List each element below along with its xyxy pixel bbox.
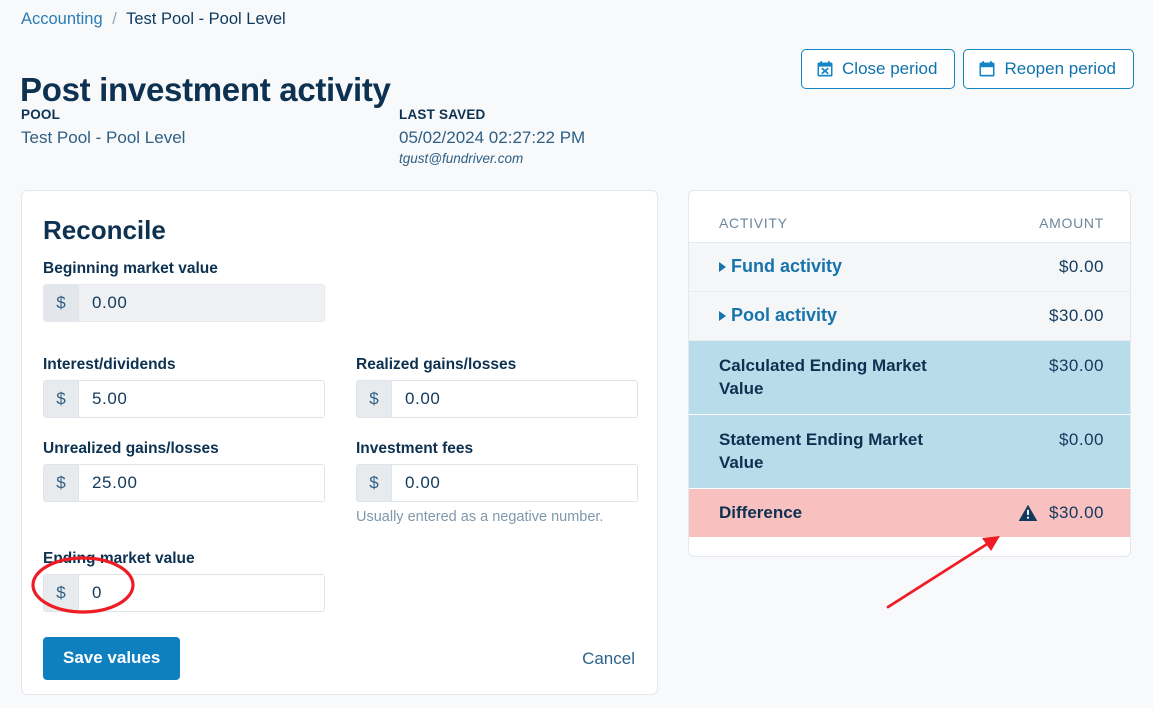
meta-pool: POOL Test Pool - Pool Level — [21, 106, 185, 150]
statement-ending-market-value-label: Statement Ending Market Value — [719, 430, 924, 472]
realized-gains-losses-input[interactable]: $ 0.00 — [356, 380, 638, 418]
difference-label: Difference — [719, 502, 803, 522]
column-header-amount: AMOUNT — [1039, 215, 1104, 231]
calendar-icon — [979, 60, 995, 77]
column-header-activity: ACTIVITY — [719, 215, 788, 231]
fund-activity-label: Fund activity — [731, 256, 843, 276]
realized-gains-losses-label: Realized gains/losses — [356, 356, 517, 373]
table-row: Calculated Ending Market Value $30.00 — [689, 341, 1130, 415]
unrealized-gains-losses-text: 25.00 — [79, 465, 324, 501]
unrealized-gains-losses-label: Unrealized gains/losses — [43, 440, 219, 457]
calculated-ending-market-value-amount: $30.00 — [1049, 356, 1104, 375]
reconcile-card: Reconcile Beginning market value $ 0.00 … — [21, 190, 658, 695]
last-saved-value: 05/02/2024 02:27:22 PM — [399, 128, 586, 147]
currency-prefix-icon: $ — [357, 465, 392, 501]
difference-row: Difference $30.00 — [689, 489, 1130, 537]
interest-dividends-text: 5.00 — [79, 381, 324, 417]
meta-last-saved: LAST SAVED 05/02/2024 02:27:22 PM tgust@… — [399, 106, 585, 168]
table-row[interactable]: Fund activity $0.00 — [689, 243, 1130, 292]
field-interest-dividends: Interest/dividends $ 5.00 — [43, 355, 325, 418]
field-beginning-market-value: Beginning market value $ 0.00 — [43, 259, 325, 322]
reconcile-title: Reconcile — [43, 215, 166, 245]
close-period-label: Close period — [842, 58, 938, 78]
currency-prefix-icon: $ — [44, 575, 79, 611]
currency-prefix-icon: $ — [44, 465, 79, 501]
chevron-right-icon[interactable] — [719, 310, 726, 321]
beginning-market-value-label: Beginning market value — [43, 260, 218, 277]
activity-table: ACTIVITY AMOUNT Fund activity $0.00 Pool… — [689, 205, 1130, 537]
calculated-ending-market-value-label: Calculated Ending Market Value — [719, 356, 927, 398]
last-saved-user: tgust@fundriver.com — [399, 151, 524, 166]
reopen-period-label: Reopen period — [1004, 58, 1116, 78]
cancel-button[interactable]: Cancel — [578, 649, 639, 669]
warning-triangle-icon — [1018, 504, 1038, 522]
breadcrumb: Accounting / Test Pool - Pool Level — [21, 8, 286, 30]
interest-dividends-input[interactable]: $ 5.00 — [43, 380, 325, 418]
header-actions: Close period Reopen period — [801, 49, 1134, 89]
form-actions: Save values Cancel — [43, 637, 639, 680]
field-unrealized-gains-losses: Unrealized gains/losses $ 25.00 — [43, 439, 325, 502]
save-values-button[interactable]: Save values — [43, 637, 181, 680]
investment-fees-input[interactable]: $ 0.00 — [356, 464, 638, 502]
breadcrumb-separator: / — [112, 10, 117, 28]
ending-market-value-label: Ending market value — [43, 550, 195, 567]
ending-market-value-input[interactable]: $ 0 — [43, 574, 325, 612]
ending-market-value-text: 0 — [79, 575, 324, 611]
investment-fees-text: 0.00 — [392, 465, 637, 501]
difference-right-group: $30.00 — [1018, 503, 1104, 523]
page-meta: POOL Test Pool - Pool Level LAST SAVED 0… — [21, 106, 1153, 166]
statement-ending-market-value-amount: $0.00 — [1058, 430, 1104, 449]
pool-activity-amount: $30.00 — [1049, 305, 1104, 325]
difference-amount: $30.00 — [1049, 502, 1104, 522]
currency-prefix-icon: $ — [44, 285, 79, 321]
pool-activity-label: Pool activity — [731, 305, 838, 325]
unrealized-gains-losses-input[interactable]: $ 25.00 — [43, 464, 325, 502]
table-row[interactable]: Pool activity $30.00 — [689, 292, 1130, 341]
pool-label: POOL — [21, 107, 61, 122]
beginning-market-value-text: 0.00 — [79, 285, 324, 321]
close-period-button[interactable]: Close period — [801, 49, 956, 89]
interest-dividends-label: Interest/dividends — [43, 356, 176, 373]
last-saved-label: LAST SAVED — [399, 107, 486, 122]
breadcrumb-link-accounting[interactable]: Accounting — [21, 10, 103, 28]
chevron-right-icon[interactable] — [719, 261, 726, 272]
table-row: Statement Ending Market Value $0.00 — [689, 415, 1130, 489]
calendar-close-icon — [817, 60, 833, 77]
investment-fees-label: Investment fees — [356, 440, 474, 457]
activity-summary-card: ACTIVITY AMOUNT Fund activity $0.00 Pool… — [688, 190, 1131, 557]
activity-table-header: ACTIVITY AMOUNT — [689, 205, 1130, 243]
field-investment-fees: Investment fees $ 0.00 Usually entered a… — [356, 439, 638, 527]
breadcrumb-current: Test Pool - Pool Level — [126, 10, 286, 28]
field-ending-market-value: Ending market value $ 0 — [43, 549, 325, 612]
currency-prefix-icon: $ — [44, 381, 79, 417]
fund-activity-name: Fund activity — [719, 256, 842, 277]
fund-activity-amount: $0.00 — [1058, 256, 1104, 276]
realized-gains-losses-text: 0.00 — [392, 381, 637, 417]
field-realized-gains-losses: Realized gains/losses $ 0.00 — [356, 355, 638, 418]
page-title: Post investment activity — [20, 71, 391, 109]
investment-fees-help-text: Usually entered as a negative number. — [356, 509, 604, 525]
reopen-period-button[interactable]: Reopen period — [963, 49, 1134, 89]
pool-activity-name: Pool activity — [719, 305, 837, 326]
currency-prefix-icon: $ — [357, 381, 392, 417]
beginning-market-value-input[interactable]: $ 0.00 — [43, 284, 325, 322]
pool-value: Test Pool - Pool Level — [21, 128, 186, 147]
